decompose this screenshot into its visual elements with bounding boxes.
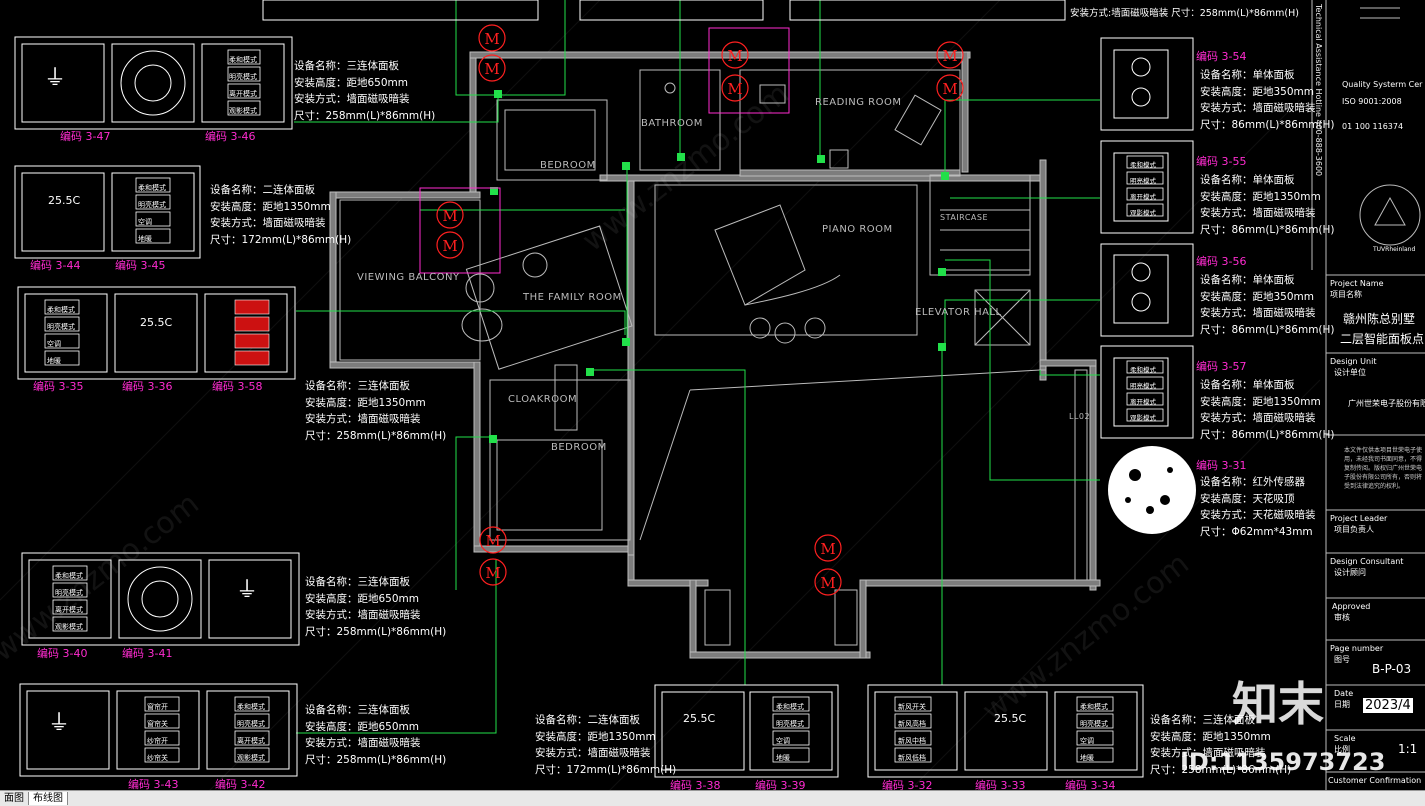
layout-tab-bar: 面图 布线图 (0, 790, 1425, 806)
svg-text:M: M (442, 207, 457, 225)
approved-en: Approved (1332, 602, 1371, 611)
svg-text:M: M (942, 47, 957, 65)
quality-label: Quality Systerm Cer (1342, 80, 1423, 89)
project-leader-cn: 项目负责人 (1334, 525, 1374, 534)
watermark-brand: 知末 (1232, 677, 1324, 731)
tuv-label: TUVRheinland (1373, 246, 1416, 253)
customer-confirmation-en: Customer Confirmation (1328, 776, 1422, 785)
spec-block-r5: 设备名称：红外传感器 安装高度：天花吸顶 安装方式：天花磁吸暗装 尺寸：Φ62mm*4… (1200, 476, 1316, 538)
room-label-cloakroom: CLOAKROOM (508, 394, 578, 405)
tag-3-35: 编码 3-35 (33, 380, 84, 393)
tag-3-55: 编码 3-55 (1196, 155, 1247, 168)
room-label-piano-room: PIANO ROOM (822, 224, 893, 235)
svg-text:M: M (442, 237, 457, 255)
spec-block-r3: 设备名称：单体面板 安装高度：距地350mm 安装方式：墙面磁吸暗装 尺寸：86mm(… (1200, 274, 1335, 336)
scale-en: Scale (1334, 734, 1356, 743)
panel-3-35-buttons: 柔和模式 明亮模式 空调 地暖 (47, 306, 75, 365)
room-label-bathroom: BATHROOM (641, 118, 703, 129)
room-label-viewing-balcony: VIEWING BALCONY (357, 272, 460, 283)
hotline-side-text: Technical Assistance Hotline 400-888-360… (1314, 4, 1323, 177)
svg-text:M: M (484, 60, 499, 78)
spec-block-s3: 设备名称：三连体面板 安装高度：距地1350mm 安装方式：墙面磁吸暗装 尺寸：258… (305, 380, 447, 442)
svg-text:M: M (485, 564, 500, 582)
room-label-elevator-hall: ELEVATOR HALL (915, 307, 1002, 318)
project-title-1: 赣州陈总别墅 (1343, 312, 1416, 326)
date-value: 2023/4 (1363, 698, 1413, 713)
tag-3-44: 编码 3-44 (30, 259, 81, 272)
watermark-id: ID:1135973723 (1180, 748, 1386, 776)
room-label-staircase: STAIRCASE (940, 213, 989, 222)
project-name-cn: 项目名称 (1330, 290, 1362, 299)
page-number-cn: 图号 (1334, 655, 1350, 664)
svg-text:M: M (942, 80, 957, 98)
design-consultant-cn: 设计顾问 (1334, 568, 1366, 577)
panel-3-43-buttons: 窗帘开 窗帘关 纱帘开 纱帘关 (147, 703, 168, 762)
spec-block-s2: 设备名称：二连体面板 安装高度：距地1350mm 安装方式：墙面磁吸暗装 尺寸：172… (210, 184, 352, 246)
scale-value: 1:1 (1398, 742, 1418, 756)
panel-3-46-buttons: 柔和模式 明亮模式 离开模式 观影模式 (229, 56, 257, 115)
tag-3-54: 编码 3-54 (1196, 50, 1247, 63)
svg-text:M: M (727, 80, 742, 98)
iso-label: ISO 9001:2008 (1342, 97, 1402, 106)
room-label-bedroom-bottom: BEDROOM (551, 442, 607, 453)
panel-3-57-buttons: 柔和模式 明亮模式 离开模式 观影模式 (1130, 366, 1156, 422)
spec-block-s1: 设备名称：三连体面板 安装高度：距地650mm 安装方式：墙面磁吸暗装 尺寸：258m… (294, 60, 436, 122)
tag-3-36: 编码 3-36 (122, 380, 173, 393)
panel-3-42-buttons: 柔和模式 明亮模式 离开模式 观影模式 (237, 703, 265, 762)
project-title-2: 二层智能面板点 (1340, 332, 1425, 346)
page-number-en: Page number (1330, 644, 1384, 653)
socket-icon: ⏚ (44, 66, 67, 91)
tag-3-57: 编码 3-57 (1196, 360, 1247, 373)
tag-3-31: 编码 3-31 (1196, 459, 1247, 472)
tag-3-46: 编码 3-46 (205, 130, 256, 143)
tag-3-56: 编码 3-56 (1196, 255, 1247, 268)
socket-icon: ⏚ (48, 711, 71, 736)
legal-note: 本文件仅供本项目世荣电子使用，未经我司书面同意，不得复制传阅。版权归广州世荣电子… (1344, 447, 1423, 490)
tab-plan[interactable]: 面图 (0, 792, 28, 805)
tag-3-47: 编码 3-47 (60, 130, 111, 143)
thermostat-readout-3-44: 25.5C (48, 194, 81, 207)
spec-block-s4: 设备名称：三连体面板 安装高度：距地650mm 安装方式：墙面磁吸暗装 尺寸：258m… (305, 576, 447, 638)
cad-canvas[interactable]: MM MM MM MM MM MM BEDROOM BATHROOM READI… (0, 0, 1425, 805)
room-label-bedroom-top: BEDROOM (540, 160, 596, 171)
design-unit-en: Design Unit (1330, 357, 1377, 366)
design-consultant-en: Design Consultant (1330, 557, 1404, 566)
svg-text:M: M (820, 574, 835, 592)
panel-3-45-buttons: 柔和模式 明亮模式 空调 地暖 (138, 184, 166, 243)
spec-block-s5: 设备名称：三连体面板 安装高度：距地650mm 安装方式：墙面磁吸暗装 尺寸：258m… (305, 704, 447, 766)
company-name: 广州世荣电子股份有限 (1348, 399, 1425, 408)
date-cn: 日期 (1334, 700, 1350, 709)
tag-3-40: 编码 3-40 (37, 647, 88, 660)
spec-block-top: 安装方式:墙面磁吸暗装 尺寸：258mm(L)*86mm(H) (1070, 8, 1299, 19)
thermostat-readout-3-38: 25.5C (683, 712, 716, 725)
page-number-value: B-P-03 (1372, 662, 1412, 676)
panel-3-55-buttons: 柔和模式 明亮模式 离开模式 观影模式 (1130, 161, 1156, 217)
svg-text:M: M (820, 540, 835, 558)
thermostat-readout-3-36: 25.5C (140, 316, 173, 329)
panel-3-32-buttons: 新风开关 新风高档 新风中档 新风低档 (898, 703, 926, 762)
tag-3-58: 编码 3-58 (212, 380, 263, 393)
room-label-lloz: LL02 (1069, 412, 1091, 421)
svg-text:M: M (727, 47, 742, 65)
panel-3-34-buttons: 柔和模式 明亮模式 空调 地暖 (1080, 703, 1108, 762)
spec-block-r2: 设备名称：单体面板 安装高度：距地1350mm 安装方式：墙面磁吸暗装 尺寸：86mm… (1200, 174, 1335, 236)
tag-3-41: 编码 3-41 (122, 647, 173, 660)
svg-text:M: M (485, 532, 500, 550)
design-unit-cn: 设计单位 (1334, 368, 1366, 377)
svg-text:M: M (484, 30, 499, 48)
room-label-family-room: THE FAMILY ROOM (523, 292, 622, 303)
spec-block-r4: 设备名称：单体面板 安装高度：距地1350mm 安装方式：墙面磁吸暗装 尺寸：86mm… (1200, 379, 1335, 441)
project-leader-en: Project Leader (1330, 514, 1388, 523)
socket-icon: ⏚ (236, 578, 259, 603)
panel-3-39-buttons: 柔和模式 明亮模式 空调 地暖 (776, 703, 804, 762)
spec-block-s6: 设备名称：二连体面板 安装高度：距地1350mm 安装方式：墙面磁吸暗装 尺寸：172… (535, 714, 677, 776)
date-en: Date (1334, 689, 1354, 698)
project-name-en: Project Name (1330, 279, 1384, 288)
approved-cn: 审核 (1334, 613, 1350, 622)
tag-3-45: 编码 3-45 (115, 259, 166, 272)
tab-wiring[interactable]: 布线图 (28, 792, 68, 805)
room-label-reading-room: READING ROOM (815, 97, 902, 108)
cert-number: 01 100 116374 (1342, 122, 1404, 131)
